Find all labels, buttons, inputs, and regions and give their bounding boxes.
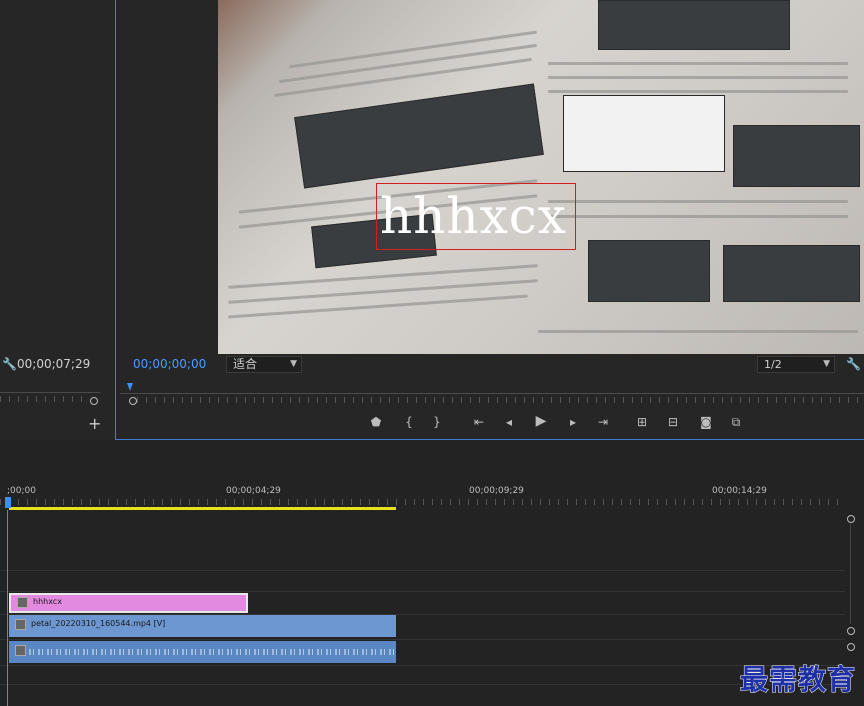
zoom-level-value: 适合 [233,357,258,371]
ruler-timecode: ;00;00 [7,486,36,496]
play-icon[interactable]: ▶ [532,412,550,430]
video-preview[interactable] [218,0,864,354]
ruler-timecode: 00;00;09;29 [469,486,524,496]
program-zoom-handle[interactable] [129,397,137,405]
lift-icon[interactable]: ⊞ [633,413,651,431]
timeline-ruler-ticks[interactable] [0,499,845,505]
wrench-icon[interactable]: 🔧 [846,357,861,371]
ruler-timecode: 00;00;04;29 [226,486,281,496]
track-divider [0,639,845,640]
audio-clip[interactable] [9,641,396,663]
work-area-bar[interactable] [9,507,396,510]
source-monitor-panel [0,0,115,440]
fx-badge-icon [15,619,26,630]
program-ruler [120,393,864,394]
fx-badge-icon [17,597,28,608]
title-clip-label: hhhxcx [33,597,62,606]
wrench-icon[interactable]: 🔧 [2,357,17,371]
chevron-down-icon: ▼ [823,359,830,369]
watermark-logo: 最需教育 [739,663,857,697]
vertical-scroll-knob[interactable] [847,515,855,523]
video-clip[interactable]: petal_20220310_160544.mp4 [V] [9,615,396,637]
timeline-playhead-handle[interactable] [5,497,11,508]
source-ruler [0,392,100,393]
mark-in-icon[interactable]: { [400,413,418,431]
track-divider [0,591,845,592]
source-ruler-ticks [0,396,88,402]
chevron-down-icon: ▼ [290,359,297,369]
extract-icon[interactable]: ⊟ [664,413,682,431]
audio-scroll-knob[interactable] [847,643,855,651]
title-text-overlay[interactable]: hhhxcx [380,188,567,244]
program-timecode[interactable]: 00;00;00;00 [133,357,206,371]
program-playhead-marker[interactable] [127,383,133,391]
step-back-icon[interactable]: ◂ [500,413,518,431]
timeline-playhead-line[interactable] [7,510,8,706]
ruler-timecode: 00;00;14;29 [712,486,767,496]
marker-icon[interactable]: ⬟ [367,413,385,431]
mark-out-icon[interactable]: } [428,413,446,431]
export-frame-icon[interactable]: ◙ [697,413,715,431]
fx-badge-icon [15,645,26,656]
add-button-icon[interactable]: + [88,414,101,433]
zoom-level-select[interactable]: 适合 ▼ [226,356,302,373]
title-clip[interactable]: hhhxcx [9,593,248,613]
compare-view-icon[interactable]: ⧉ [727,413,745,431]
vertical-scroll-track[interactable] [850,524,851,624]
video-clip-label: petal_20220310_160544.mp4 [V] [31,619,166,628]
program-ruler-ticks [137,397,864,403]
track-divider [0,570,845,571]
resolution-value: 1/2 [764,358,782,371]
playback-resolution-select[interactable]: 1/2 ▼ [757,356,835,373]
audio-waveform [29,649,396,655]
vertical-scroll-knob[interactable] [847,627,855,635]
source-timecode[interactable]: 00;00;07;29 [17,357,90,371]
go-to-in-icon[interactable]: ⇤ [470,413,488,431]
track-divider [0,665,845,666]
source-zoom-handle[interactable] [90,397,98,405]
step-forward-icon[interactable]: ▸ [564,413,582,431]
timeline-panel [0,444,864,706]
go-to-out-icon[interactable]: ⇥ [594,413,612,431]
track-divider [0,684,845,685]
